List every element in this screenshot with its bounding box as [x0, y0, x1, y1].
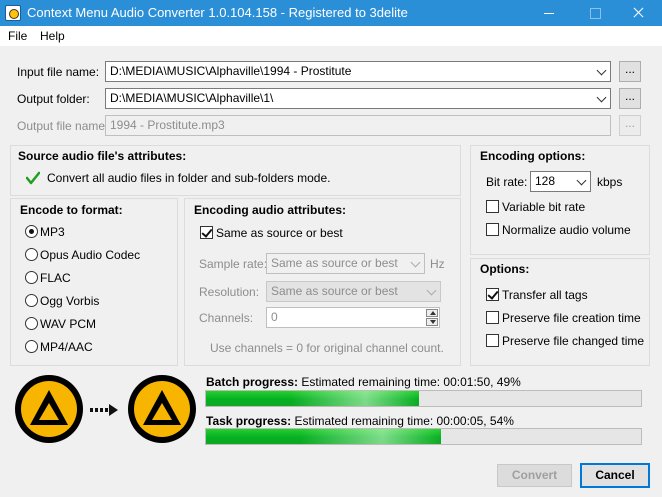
encoding-options-title: Encoding options: [480, 149, 586, 163]
radio-label-ogg-vorbis[interactable]: Ogg Vorbis [40, 294, 99, 308]
changed-time-label[interactable]: Preserve file changed time [502, 334, 644, 348]
source-attributes-title: Source audio file's attributes: [18, 149, 187, 163]
output-folder-combo[interactable]: D:\MEDIA\MUSIC\Alphaville\1\ [105, 88, 611, 109]
input-file-value: D:\MEDIA\MUSIC\Alphaville\1994 - Prostit… [110, 64, 352, 78]
transfer-tags-label[interactable]: Transfer all tags [502, 288, 588, 302]
minimize-button[interactable] [526, 0, 572, 26]
cancel-button[interactable]: Cancel [580, 463, 650, 488]
radio-mp3[interactable] [25, 225, 38, 238]
resolution-label: Resolution: [199, 285, 260, 299]
radio-label-opus[interactable]: Opus Audio Codec [40, 248, 140, 262]
spin-down-icon[interactable] [426, 318, 438, 326]
input-file-combo[interactable]: D:\MEDIA\MUSIC\Alphaville\1994 - Prostit… [105, 61, 611, 82]
encode-format-title: Encode to format: [20, 203, 123, 217]
chevron-down-icon[interactable] [426, 285, 437, 296]
chevron-down-icon[interactable] [410, 257, 421, 268]
options-title: Options: [480, 262, 530, 276]
logo-triangle [143, 390, 181, 425]
logo-triangle [30, 390, 68, 425]
changed-time-checkbox[interactable] [486, 334, 499, 347]
output-browse-button[interactable]: ... [619, 88, 641, 109]
source-message: Convert all audio files in folder and su… [47, 171, 331, 185]
chevron-down-icon[interactable] [596, 92, 607, 103]
batch-progress-bar [205, 390, 642, 407]
channels-spin-buttons [426, 309, 438, 326]
menu-bar: File Help [0, 26, 662, 46]
channels-hint: Use channels = 0 for original channel co… [210, 341, 444, 355]
batch-progress-text: Batch progress: Estimated remaining time… [206, 375, 521, 389]
vbr-checkbox[interactable] [486, 200, 499, 213]
input-browse-button[interactable]: ... [619, 61, 641, 82]
resolution-value: Same as source or best [271, 284, 398, 298]
bitrate-value: 128 [535, 174, 556, 188]
task-progress-label: Task progress: [206, 414, 292, 428]
chevron-down-icon[interactable] [576, 175, 587, 186]
menu-help[interactable]: Help [40, 29, 65, 43]
radio-ogg-vorbis[interactable] [25, 294, 38, 307]
same-as-source-label[interactable]: Same as source or best [216, 226, 343, 240]
radio-label-mp3[interactable]: MP3 [40, 225, 65, 239]
vbr-label[interactable]: Variable bit rate [502, 200, 585, 214]
task-progress-fill [206, 429, 441, 444]
channels-value: 0 [271, 310, 278, 324]
batch-progress-label: Batch progress: [206, 375, 299, 389]
output-file-browse-button[interactable]: ... [619, 115, 641, 136]
transfer-tags-checkbox[interactable] [486, 288, 499, 301]
sample-rate-label: Sample rate: [199, 257, 268, 271]
sample-rate-unit: Hz [430, 257, 445, 271]
output-folder-value: D:\MEDIA\MUSIC\Alphaville\1\ [110, 91, 274, 105]
batch-progress-status: Estimated remaining time: 00:01:50, 49% [301, 375, 521, 389]
radio-opus[interactable] [25, 248, 38, 261]
window-title: Context Menu Audio Converter 1.0.104.158… [27, 5, 408, 20]
aimp-logo-icon [15, 375, 83, 443]
close-button[interactable] [616, 0, 662, 26]
resolution-combo[interactable]: Same as source or best [266, 281, 441, 302]
radio-label-wav-pcm[interactable]: WAV PCM [40, 317, 96, 331]
task-progress-text: Task progress: Estimated remaining time:… [206, 414, 514, 428]
normalize-label[interactable]: Normalize audio volume [502, 223, 631, 237]
output-file-input[interactable]: 1994 - Prostitute.mp3 [105, 115, 611, 136]
app-icon[interactable] [5, 5, 21, 21]
channels-label: Channels: [199, 311, 254, 325]
chevron-down-icon[interactable] [596, 65, 607, 76]
sample-rate-combo[interactable]: Same as source or best [266, 253, 425, 274]
maximize-button[interactable] [572, 0, 618, 26]
checkmark-icon [26, 171, 40, 185]
creation-time-checkbox[interactable] [486, 311, 499, 324]
output-folder-label: Output folder: [17, 92, 90, 106]
arrow-right-icon [90, 404, 118, 416]
radio-wav-pcm[interactable] [25, 317, 38, 330]
output-file-value: 1994 - Prostitute.mp3 [110, 118, 225, 132]
output-file-label: Output file name: [17, 119, 109, 133]
convert-button[interactable]: Convert [497, 464, 572, 487]
title-bar: Context Menu Audio Converter 1.0.104.158… [0, 0, 662, 26]
menu-file[interactable]: File [8, 29, 27, 43]
encoding-attributes-title: Encoding audio attributes: [194, 203, 346, 217]
creation-time-label[interactable]: Preserve file creation time [502, 311, 641, 325]
bitrate-label: Bit rate: [486, 175, 528, 189]
bitrate-combo[interactable]: 128 [530, 171, 591, 192]
channels-stepper[interactable]: 0 [266, 307, 440, 328]
bitrate-unit: kbps [597, 175, 623, 189]
aimp-logo-icon [128, 375, 196, 443]
sample-rate-value: Same as source or best [271, 256, 398, 270]
radio-flac[interactable] [25, 271, 38, 284]
input-file-label: Input file name: [17, 65, 100, 79]
radio-label-flac[interactable]: FLAC [40, 271, 71, 285]
spin-up-icon[interactable] [426, 309, 438, 317]
radio-mp4-aac[interactable] [25, 340, 38, 353]
radio-label-mp4-aac[interactable]: MP4/AAC [40, 340, 93, 354]
normalize-checkbox[interactable] [486, 223, 499, 236]
task-progress-bar [205, 428, 642, 445]
same-as-source-checkbox[interactable] [200, 226, 213, 239]
task-progress-status: Estimated remaining time: 00:00:05, 54% [294, 414, 514, 428]
batch-progress-fill [206, 391, 420, 406]
